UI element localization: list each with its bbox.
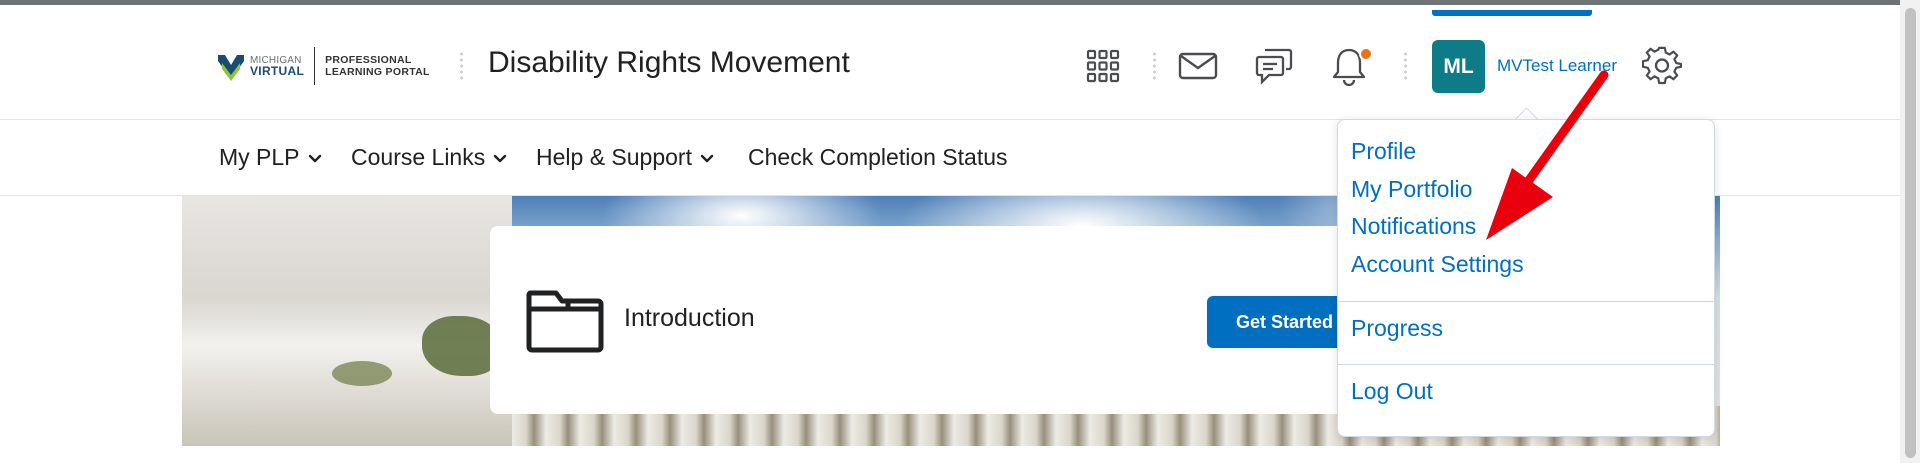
nav-item-label: Help & Support: [536, 144, 692, 170]
settings-button[interactable]: [1640, 46, 1684, 86]
message-alerts-button[interactable]: [1176, 46, 1220, 86]
nav-item-check-completion[interactable]: Check Completion Status: [748, 144, 1008, 171]
course-title[interactable]: Disability Rights Movement: [488, 46, 850, 80]
logo-divider: [314, 47, 316, 85]
logo-line-2: VIRTUAL: [250, 64, 305, 78]
nav-item-help-support[interactable]: Help & Support: [536, 144, 714, 171]
chevron-down-icon: [494, 154, 507, 162]
folder-icon: [526, 290, 604, 353]
subscription-alerts-button[interactable]: [1252, 46, 1296, 86]
menu-item-profile[interactable]: Profile: [1351, 138, 1416, 165]
nav-item-course-links[interactable]: Course Links: [351, 144, 507, 171]
chevron-down-icon: [308, 154, 321, 162]
user-menu-name[interactable]: MVTest Learner: [1497, 56, 1617, 76]
logo-wordmark: MICHIGAN VIRTUAL: [250, 55, 304, 77]
header-separator: [1404, 51, 1407, 81]
banner-tree: [332, 361, 392, 386]
scrollbar-thumb[interactable]: [1905, 8, 1916, 458]
menu-item-notifications[interactable]: Notifications: [1351, 213, 1476, 240]
avatar[interactable]: ML: [1432, 40, 1485, 93]
portal-line-1: PROFESSIONAL: [325, 54, 412, 66]
menu-divider: [1338, 364, 1714, 365]
chevron-down-icon: [700, 154, 714, 162]
header-separator: [1153, 51, 1156, 81]
skip-link-strip: [1432, 10, 1592, 16]
gear-icon: [1642, 46, 1682, 85]
module-title[interactable]: Introduction: [624, 304, 755, 333]
portal-line-2: LEARNING PORTAL: [325, 66, 430, 78]
menu-divider: [1338, 301, 1714, 302]
course-selector-button[interactable]: [1081, 46, 1125, 86]
nav-item-label: Check Completion Status: [748, 144, 1008, 170]
user-menu-dropdown: Profile My Portfolio Notifications Accou…: [1337, 119, 1715, 437]
portal-wordmark: PROFESSIONAL LEARNING PORTAL: [325, 54, 430, 78]
nav-item-my-plp[interactable]: My PLP: [219, 144, 322, 171]
chat-icon: [1255, 48, 1293, 85]
menu-item-my-portfolio[interactable]: My Portfolio: [1351, 176, 1472, 203]
mail-icon: [1178, 52, 1218, 80]
scrollbar[interactable]: [1900, 0, 1920, 463]
nav-item-label: Course Links: [351, 144, 486, 170]
michigan-virtual-logo-icon: [218, 55, 244, 81]
header-separator: [460, 51, 463, 81]
notification-badge: [1359, 47, 1373, 61]
nav-item-label: My PLP: [219, 144, 300, 170]
site-logo[interactable]: MICHIGAN VIRTUAL PROFESSIONAL LEARNING P…: [216, 45, 430, 87]
grid-icon: [1086, 49, 1120, 83]
top-header: MICHIGAN VIRTUAL PROFESSIONAL LEARNING P…: [0, 5, 1900, 120]
menu-item-progress[interactable]: Progress: [1351, 315, 1443, 342]
module-card: Introduction Get Started: [490, 226, 1390, 414]
menu-item-log-out[interactable]: Log Out: [1351, 378, 1433, 405]
menu-item-account-settings[interactable]: Account Settings: [1351, 251, 1524, 278]
